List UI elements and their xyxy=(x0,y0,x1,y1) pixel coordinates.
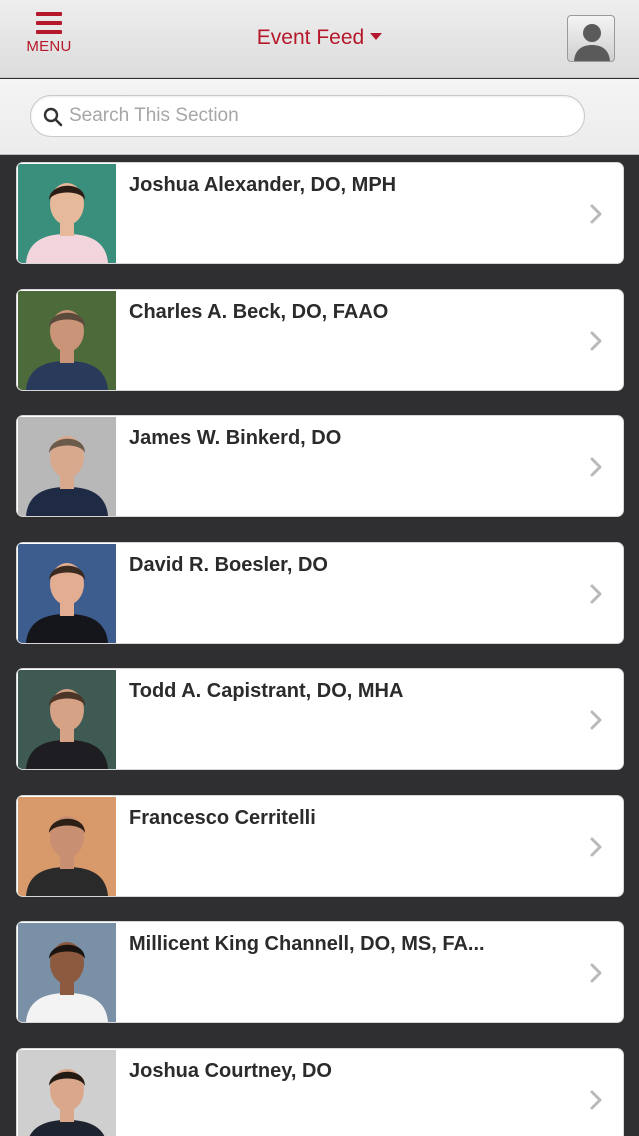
speaker-card[interactable]: David R. Boesler, DO xyxy=(16,542,624,644)
search-input[interactable] xyxy=(69,96,569,136)
speaker-card[interactable]: Francesco Cerritelli xyxy=(16,795,624,897)
speaker-name: David R. Boesler, DO xyxy=(129,554,328,576)
speaker-card[interactable]: James W. Binkerd, DO xyxy=(16,415,624,517)
speaker-list: Joshua Alexander, DO, MPH Charles A. Bec… xyxy=(0,156,639,1136)
chevron-right-icon xyxy=(590,1090,602,1110)
chevron-right-icon xyxy=(590,710,602,730)
chevron-right-icon xyxy=(590,584,602,604)
chevron-right-icon xyxy=(590,331,602,351)
search-field[interactable] xyxy=(30,95,585,137)
speaker-card[interactable]: Charles A. Beck, DO, FAAO xyxy=(16,289,624,391)
search-icon xyxy=(43,107,63,127)
speaker-name: Charles A. Beck, DO, FAAO xyxy=(129,301,389,323)
top-nav-bar: MENU Event Feed xyxy=(0,0,639,78)
speaker-photo xyxy=(18,544,116,643)
speaker-card[interactable]: Millicent King Channell, DO, MS, FA... xyxy=(16,921,624,1023)
speaker-photo xyxy=(18,670,116,769)
chevron-right-icon xyxy=(590,837,602,857)
chevron-right-icon xyxy=(590,204,602,224)
speaker-name: Millicent King Channell, DO, MS, FA... xyxy=(129,933,485,955)
event-feed-dropdown[interactable]: Event Feed xyxy=(0,26,639,50)
speaker-name: Joshua Alexander, DO, MPH xyxy=(129,174,397,196)
speaker-photo xyxy=(18,164,116,263)
speaker-photo xyxy=(18,291,116,390)
caret-down-icon xyxy=(370,33,383,40)
chevron-right-icon xyxy=(590,963,602,983)
speaker-photo xyxy=(18,923,116,1022)
profile-avatar-button[interactable] xyxy=(567,15,615,62)
page-title: Event Feed xyxy=(256,26,365,49)
speaker-photo xyxy=(18,797,116,896)
speaker-card[interactable]: Todd A. Capistrant, DO, MHA xyxy=(16,668,624,770)
person-silhouette-icon xyxy=(574,24,610,61)
speaker-name: Francesco Cerritelli xyxy=(129,807,316,829)
speaker-card[interactable]: Joshua Courtney, DO xyxy=(16,1048,624,1136)
speaker-photo xyxy=(18,1050,116,1136)
chevron-right-icon xyxy=(590,457,602,477)
speaker-name: James W. Binkerd, DO xyxy=(129,427,342,449)
speaker-name: Joshua Courtney, DO xyxy=(129,1060,332,1082)
speaker-name: Todd A. Capistrant, DO, MHA xyxy=(129,680,404,702)
speaker-photo xyxy=(18,417,116,516)
speaker-card[interactable]: Joshua Alexander, DO, MPH xyxy=(16,162,624,264)
search-bar xyxy=(0,79,639,155)
